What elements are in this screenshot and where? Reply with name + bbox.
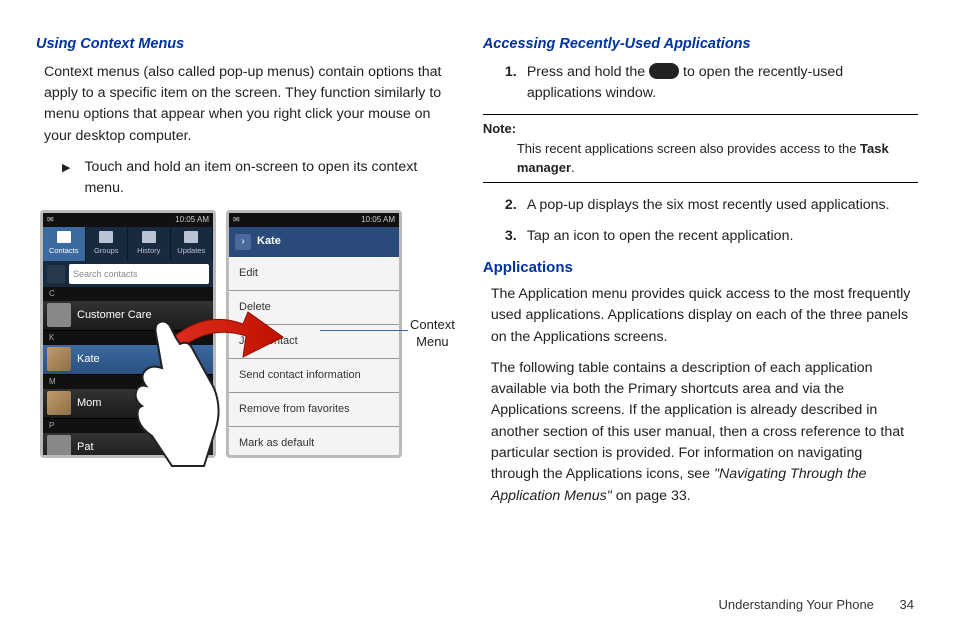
footer-section: Understanding Your Phone — [719, 597, 874, 612]
avatar-photo — [47, 347, 71, 371]
menu-edit: Edit — [229, 257, 399, 291]
hand-gesture-icon — [132, 318, 228, 468]
step-3-number: 3. — [505, 226, 527, 247]
menu-mark-default: Mark as default — [229, 427, 399, 458]
bullet-touch-hold: Touch and hold an item on-screen to open… — [84, 157, 454, 200]
tab-contacts: Contacts — [43, 227, 86, 261]
step-2-number: 2. — [505, 195, 527, 216]
status-time: 10:05 AM — [175, 214, 209, 226]
status-mail-icon: ✉ — [233, 214, 240, 226]
tab-updates: Updates — [171, 227, 214, 261]
note-task-manager: Note: This recent applications screen al… — [483, 114, 918, 183]
menu-remove-favorites: Remove from favorites — [229, 393, 399, 427]
search-contacts-input: Search contacts — [69, 264, 209, 284]
footer-page-number: 34 — [900, 597, 914, 612]
add-contact-icon — [47, 265, 65, 283]
heading-recent-apps: Accessing Recently-Used Applications — [483, 34, 918, 56]
back-icon: › — [235, 234, 251, 250]
avatar-icon — [47, 435, 71, 458]
avatar-icon — [47, 303, 71, 327]
callout-line — [320, 330, 408, 331]
page-footer: Understanding Your Phone 34 — [719, 595, 915, 615]
avatar-photo — [47, 391, 71, 415]
tab-groups: Groups — [86, 227, 129, 261]
status-mail-icon: ✉ — [47, 214, 54, 226]
bullet-marker: ▶ — [62, 160, 70, 200]
step-2-text: A pop-up displays the six most recently … — [527, 195, 890, 216]
section-c: C — [43, 287, 213, 301]
context-menu-title: Kate — [257, 233, 281, 250]
step-1-number: 1. — [505, 62, 527, 105]
context-menu-label: Context Menu — [410, 317, 455, 351]
para-applications-intro: The Application menu provides quick acce… — [491, 284, 912, 348]
figure-context-menu: ✉ 10:05 AM Contacts Groups History Updat… — [40, 210, 455, 458]
step-3-text: Tap an icon to open the recent applicati… — [527, 226, 794, 247]
heading-using-context-menus: Using Context Menus — [36, 34, 455, 56]
step-1-text: Press and hold the to open the recently-… — [527, 62, 918, 105]
para-applications-table: The following table contains a descripti… — [491, 358, 912, 507]
status-time: 10:05 AM — [361, 214, 395, 226]
home-button-icon — [649, 63, 679, 79]
tab-history: History — [128, 227, 171, 261]
para-context-intro: Context menus (also called pop-up menus)… — [44, 62, 449, 147]
heading-applications: Applications — [483, 257, 918, 280]
